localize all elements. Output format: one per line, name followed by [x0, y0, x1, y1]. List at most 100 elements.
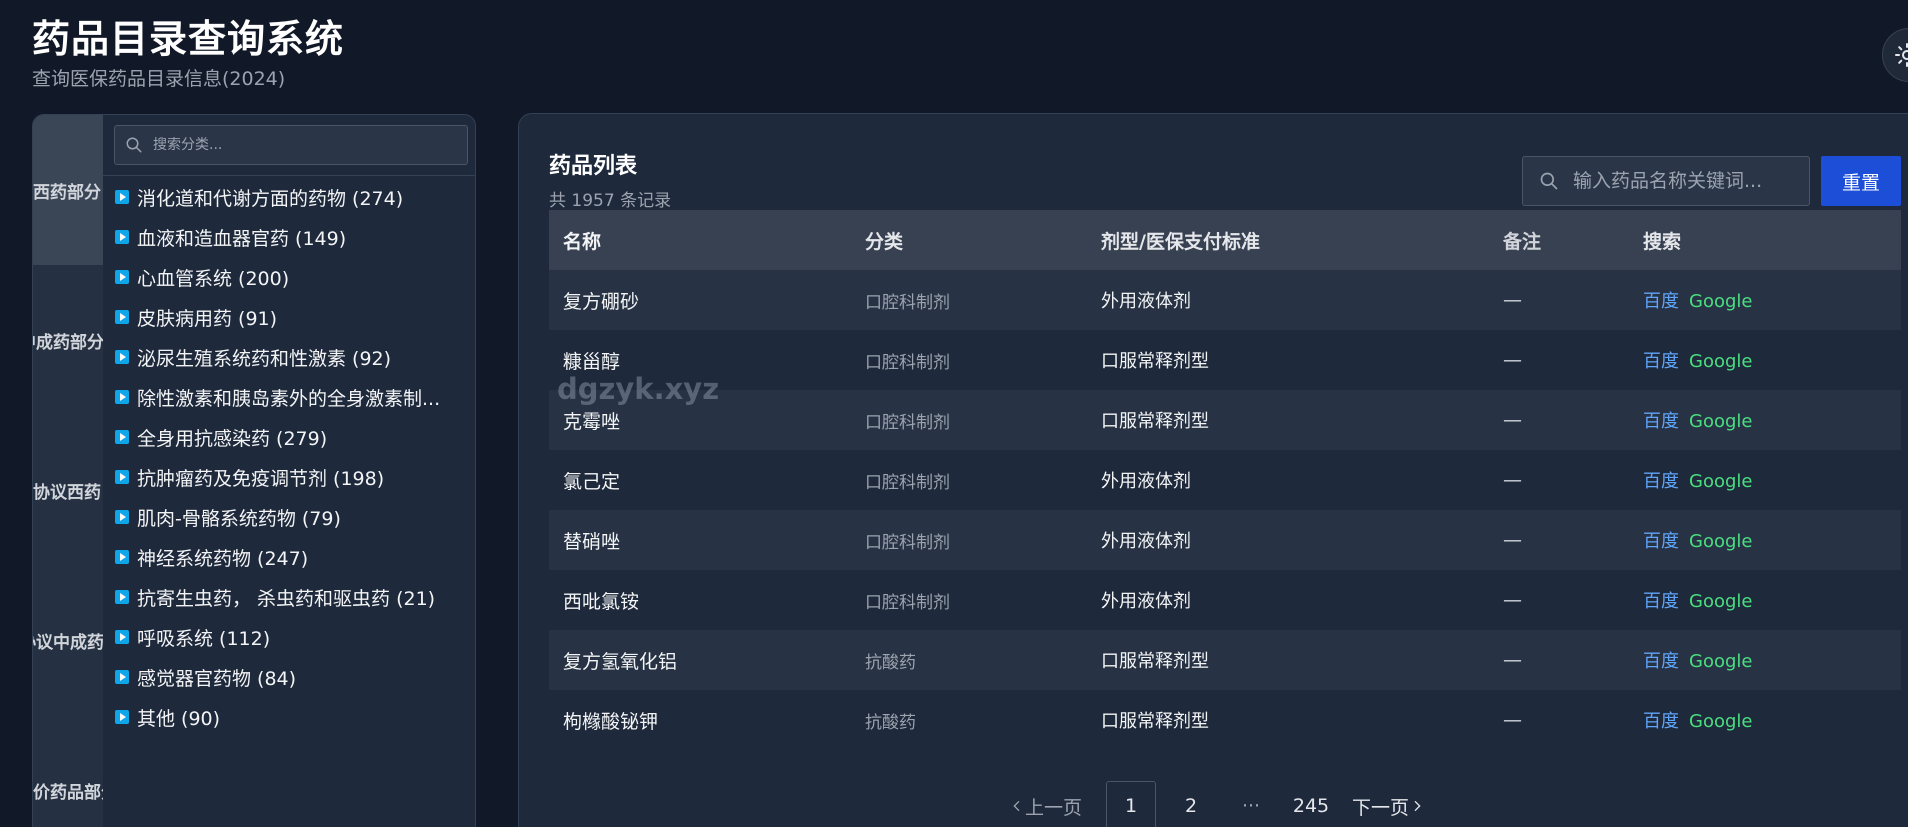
search-links: 百度 Google — [1629, 527, 1901, 553]
chevron-left-icon — [1013, 800, 1020, 812]
drug-search-input[interactable] — [1573, 170, 1803, 192]
category-item[interactable]: 肌肉-骨骼系统药物 (79) — [115, 497, 475, 537]
google-link[interactable]: Google — [1689, 591, 1752, 612]
drug-category: 口腔科制剂 — [865, 352, 950, 373]
category-item[interactable]: 神经系统药物 (247) — [115, 537, 475, 577]
table-row: 复方氢氧化铝 抗酸药 口服常释剂型 — 百度 Google — [549, 630, 1901, 690]
drug-note: — — [1503, 709, 1522, 731]
category-item[interactable]: 全身用抗感染药 (279) — [115, 417, 475, 457]
app-root: 药品目录查询系统 查询医保药品目录信息(2024) 西药部分 中成药部分 协议西… — [0, 0, 1908, 827]
drug-name: 氯己定 — [563, 470, 621, 493]
baidu-link[interactable]: 百度 — [1643, 591, 1679, 612]
google-link[interactable]: Google — [1689, 291, 1752, 312]
reset-button[interactable]: 重置 — [1821, 156, 1901, 206]
drug-list-panel: 药品列表 共 1957 条记录 重置 名称 分类 剂型/医保支付标准 备注 搜索… — [518, 113, 1908, 827]
tab-label: 协议中成药 — [33, 632, 103, 653]
table-row: 西吡氯铵 口腔科制剂 外用液体剂 — 百度 Google — [549, 570, 1901, 630]
table-row: 糠甾醇 口腔科制剂 口服常释剂型 — 百度 Google — [549, 330, 1901, 390]
next-page-button[interactable]: 下一页 — [1352, 793, 1425, 820]
page-subtitle: 查询医保药品目录信息(2024) — [32, 68, 286, 90]
prev-page-label: 上一页 — [1025, 796, 1083, 819]
baidu-link[interactable]: 百度 — [1643, 471, 1679, 492]
play-icon — [115, 710, 129, 724]
category-item[interactable]: 泌尿生殖系统药和性激素 (92) — [115, 337, 475, 377]
tab-label: 西药部分 — [33, 182, 101, 203]
google-link[interactable]: Google — [1689, 411, 1752, 432]
category-item[interactable]: 除性激素和胰岛素外的全身激素制... — [115, 377, 475, 417]
prev-page-button[interactable]: 上一页 — [1009, 793, 1082, 820]
table-row: 枸橼酸铋钾 抗酸药 口服常释剂型 — 百度 Google — [549, 690, 1901, 750]
page-button[interactable]: 245 — [1286, 781, 1336, 827]
category-item[interactable]: 消化道和代谢方面的药物 (274) — [115, 177, 475, 217]
play-icon — [115, 310, 129, 324]
google-link[interactable]: Google — [1689, 351, 1752, 372]
category-search-input[interactable] — [153, 137, 453, 153]
play-icon — [115, 550, 129, 564]
play-icon — [115, 230, 129, 244]
page-ellipsis[interactable]: ··· — [1226, 795, 1276, 817]
category-label: 抗寄生虫药， 杀虫药和驱虫药 (21) — [137, 587, 436, 610]
category-label: 心血管系统 (200) — [137, 267, 290, 290]
drug-form: 外用液体剂 — [1101, 471, 1191, 492]
category-item[interactable]: 呼吸系统 (112) — [115, 617, 475, 657]
category-item[interactable]: 感觉器官药物 (84) — [115, 657, 475, 697]
category-list: 消化道和代谢方面的药物 (274) 血液和造血器官药 (149) 心血管系统 (… — [115, 177, 475, 737]
category-panel: 西药部分 中成药部分 协议西药 协议中成药 价药品部分 消化道和代 — [32, 114, 476, 827]
tab-agreement-western[interactable]: 协议西药 — [33, 415, 103, 565]
tab-agreement-chinese[interactable]: 协议中成药 — [33, 565, 103, 715]
play-icon — [115, 270, 129, 284]
drug-form: 口服常释剂型 — [1101, 711, 1209, 732]
table-row: 氯己定 口腔科制剂 外用液体剂 — 百度 Google — [549, 450, 1901, 510]
category-label: 其他 (90) — [137, 707, 221, 730]
drug-category: 口腔科制剂 — [865, 292, 950, 313]
tab-western-medicine[interactable]: 西药部分 — [33, 115, 103, 265]
category-item[interactable]: 血液和造血器官药 (149) — [115, 217, 475, 257]
column-header: 搜索 — [1643, 230, 1682, 253]
category-item[interactable]: 心血管系统 (200) — [115, 257, 475, 297]
search-links: 百度 Google — [1629, 647, 1901, 673]
google-link[interactable]: Google — [1689, 651, 1752, 672]
google-link[interactable]: Google — [1689, 711, 1752, 732]
drug-form: 外用液体剂 — [1101, 291, 1191, 312]
drug-category: 口腔科制剂 — [865, 532, 950, 553]
category-label: 肌肉-骨骼系统药物 (79) — [137, 507, 341, 530]
search-links: 百度 Google — [1629, 407, 1901, 433]
play-icon — [115, 630, 129, 644]
drug-name: 复方硼砂 — [563, 290, 640, 313]
baidu-link[interactable]: 百度 — [1643, 651, 1679, 672]
play-icon — [115, 350, 129, 364]
baidu-link[interactable]: 百度 — [1643, 411, 1679, 432]
category-label: 皮肤病用药 (91) — [137, 307, 278, 330]
table-header: 名称 分类 剂型/医保支付标准 备注 搜索 — [549, 210, 1901, 270]
google-link[interactable]: Google — [1689, 471, 1752, 492]
category-item[interactable]: 抗肿瘤药及免疫调节剂 (198) — [115, 457, 475, 497]
drug-search[interactable] — [1522, 156, 1810, 206]
category-item[interactable]: 抗寄生虫药， 杀虫药和驱虫药 (21) — [115, 577, 475, 617]
page-title: 药品目录查询系统 — [32, 17, 345, 61]
divider — [103, 175, 475, 176]
page-button[interactable]: 1 — [1106, 781, 1157, 827]
record-count: 共 1957 条记录 — [549, 191, 672, 211]
drug-note: — — [1503, 649, 1522, 671]
drug-form: 口服常释剂型 — [1101, 651, 1209, 672]
category-item[interactable]: 皮肤病用药 (91) — [115, 297, 475, 337]
google-link[interactable]: Google — [1689, 531, 1752, 552]
search-links: 百度 Google — [1629, 707, 1901, 733]
category-label: 抗肿瘤药及免疫调节剂 (198) — [137, 467, 385, 490]
tab-chinese-patent-medicine[interactable]: 中成药部分 — [33, 265, 103, 415]
baidu-link[interactable]: 百度 — [1643, 711, 1679, 732]
drug-note: — — [1503, 589, 1522, 611]
next-page-label: 下一页 — [1352, 796, 1410, 819]
baidu-link[interactable]: 百度 — [1643, 351, 1679, 372]
theme-toggle-button[interactable] — [1882, 28, 1908, 82]
baidu-link[interactable]: 百度 — [1643, 291, 1679, 312]
drug-form: 口服常释剂型 — [1101, 411, 1209, 432]
category-search[interactable] — [114, 125, 468, 165]
tab-priced-drugs[interactable]: 价药品部分 — [33, 715, 103, 827]
drug-category: 口腔科制剂 — [865, 412, 950, 433]
baidu-link[interactable]: 百度 — [1643, 531, 1679, 552]
drug-form: 口服常释剂型 — [1101, 351, 1209, 372]
category-item[interactable]: 其他 (90) — [115, 697, 475, 737]
page-button[interactable]: 2 — [1166, 781, 1216, 827]
column-header: 分类 — [865, 230, 904, 253]
